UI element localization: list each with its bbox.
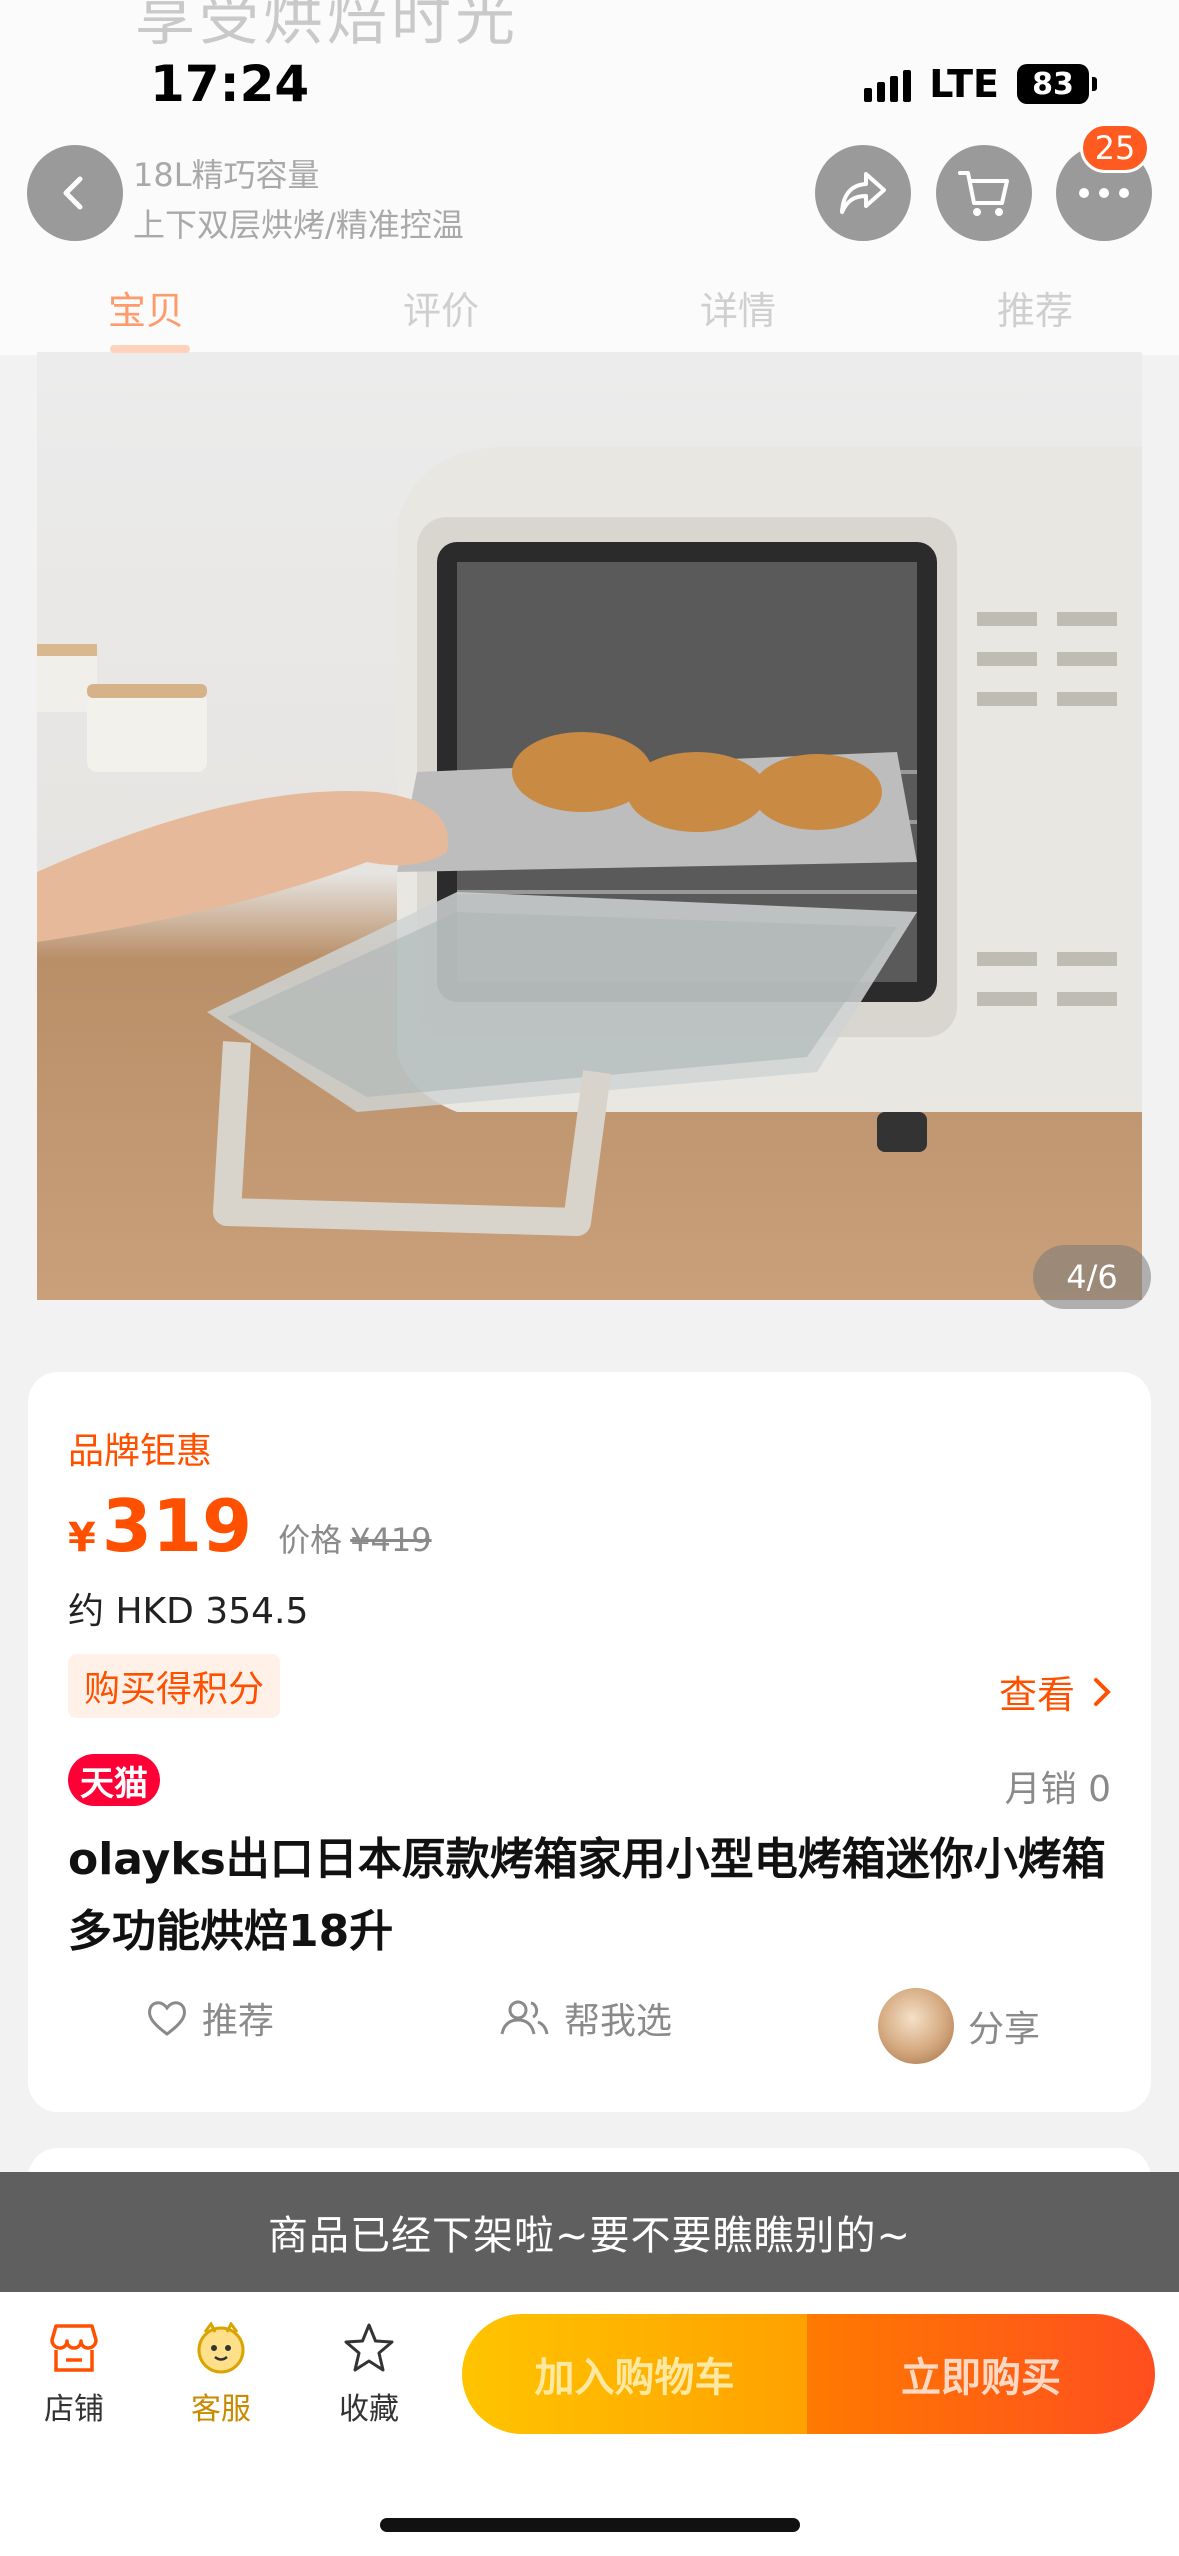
network-label: LTE	[929, 62, 999, 106]
store-button[interactable]: 店铺	[14, 2322, 134, 2428]
tab-recommend[interactable]: 推荐	[997, 280, 1073, 335]
active-tab-indicator	[110, 345, 190, 353]
home-indicator	[380, 2518, 800, 2532]
product-title: olayks出口日本原款烤箱家用小型电烤箱迷你小烤箱多功能烘焙18升	[68, 1834, 1106, 1957]
header-background-title: 享受烘焙时光	[135, 0, 519, 54]
hkd-price: 约 HKD 354.5	[68, 1591, 309, 1632]
price-row: ¥ 319 价格 ¥419	[68, 1484, 432, 1568]
points-tag[interactable]: 购买得积分	[68, 1654, 281, 1718]
cart-count-badge: 25	[1080, 123, 1150, 173]
cart-button[interactable]	[936, 145, 1032, 241]
avatar	[878, 1988, 954, 2064]
back-button[interactable]	[27, 145, 123, 241]
more-dots-icon	[1079, 188, 1129, 198]
buy-now-button[interactable]: 立即购买	[807, 2314, 1155, 2434]
action-row: 推荐 帮我选 分享	[28, 1988, 1151, 2072]
tab-reviews[interactable]: 评价	[403, 280, 479, 335]
current-price: 319	[101, 1484, 253, 1568]
battery-icon: 83	[1017, 64, 1097, 104]
favorite-label: 收藏	[339, 2392, 399, 2427]
status-time: 17:24	[150, 55, 310, 113]
product-image[interactable]	[37, 352, 1142, 1300]
image-counter: 4/6	[1033, 1245, 1151, 1309]
monthly-sales: 月销 0	[1004, 1769, 1111, 1810]
share-button[interactable]	[815, 145, 911, 241]
service-mascot-icon	[197, 2322, 245, 2374]
tmall-badge: 天猫	[68, 1754, 160, 1806]
section-tabs: 宝贝 评价 详情 推荐	[0, 280, 1179, 352]
original-price-label: 价格	[278, 1521, 343, 1559]
help-choose-button[interactable]: 帮我选	[498, 1992, 672, 2044]
heart-icon	[148, 2001, 186, 2036]
share-avatar-button[interactable]: 分享	[878, 1988, 1040, 2064]
recommend-label: 推荐	[202, 2001, 275, 2042]
product-info-card: 品牌钜惠 ¥ 319 价格 ¥419 约 HKD 354.5 购买得积分 查看 …	[28, 1372, 1151, 2112]
delisted-toast: 商品已经下架啦~要不要瞧瞧别的~	[0, 2172, 1179, 2292]
tab-details[interactable]: 详情	[700, 280, 776, 335]
signal-icon	[864, 66, 912, 102]
chevron-right-icon	[1094, 1677, 1111, 1706]
people-icon	[500, 2000, 549, 2035]
battery-level: 83	[1032, 66, 1074, 102]
store-icon	[50, 2324, 98, 2372]
share-arrow-icon	[840, 172, 886, 214]
view-link-label: 查看	[998, 1673, 1075, 1717]
share-label: 分享	[968, 2009, 1041, 2050]
header-subtitle-features: 上下双层烘烤/精准控温	[133, 206, 464, 244]
add-to-cart-button[interactable]: 加入购物车	[462, 2314, 807, 2434]
chevron-left-icon	[63, 176, 83, 210]
view-points-link[interactable]: 查看	[999, 1664, 1111, 1719]
bottom-action-bar: 店铺 客服 收藏 加入购物车 立即购买	[0, 2292, 1179, 2556]
tab-item[interactable]: 宝贝	[108, 280, 184, 335]
favorite-button[interactable]: 收藏	[309, 2322, 429, 2428]
status-indicators: LTE 83	[864, 62, 1097, 106]
currency-symbol: ¥	[68, 1515, 96, 1561]
customer-service-button[interactable]: 客服	[161, 2322, 281, 2428]
promo-label: 品牌钜惠	[68, 1431, 213, 1472]
header-subtitle-capacity: 18L精巧容量	[133, 156, 320, 194]
store-label: 店铺	[44, 2392, 104, 2427]
help-choose-label: 帮我选	[564, 2001, 673, 2042]
star-icon	[344, 2323, 394, 2372]
original-price: ¥419	[350, 1521, 432, 1559]
recommend-button[interactable]: 推荐	[146, 1992, 274, 2044]
cart-icon	[958, 171, 1009, 216]
toaster-oven-illustration	[37, 447, 1142, 1236]
service-label: 客服	[191, 2392, 251, 2427]
